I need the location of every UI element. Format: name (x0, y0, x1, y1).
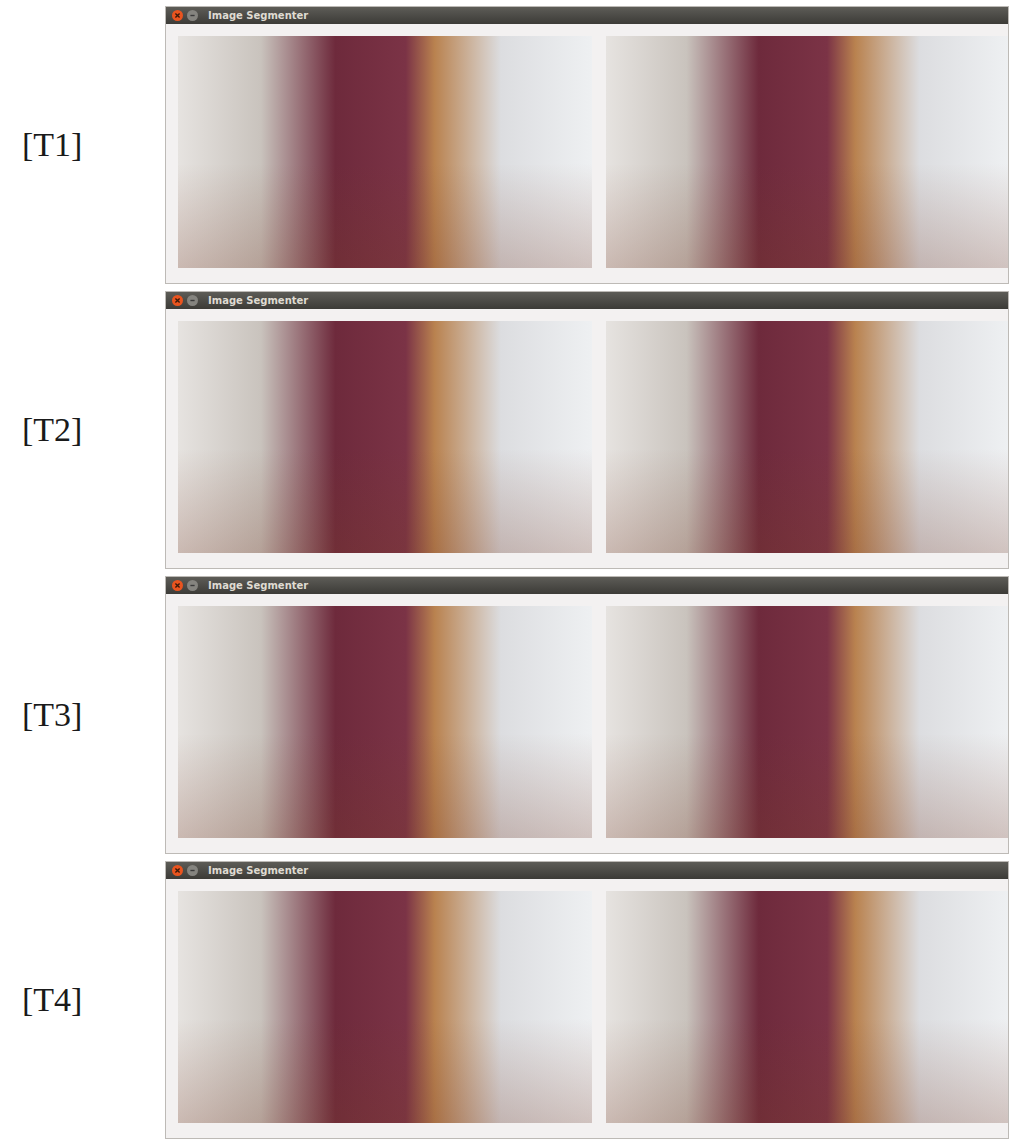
input-frame (178, 891, 592, 1123)
minimize-icon[interactable] (187, 580, 198, 591)
window-body (166, 309, 1008, 568)
figure-row: [T2] Image Segmenter (0, 291, 1013, 569)
window-title: Image Segmenter (208, 580, 308, 591)
figure-row: [T3] Image Segmenter (0, 576, 1013, 854)
minimize-icon[interactable] (187, 865, 198, 876)
close-icon[interactable] (172, 295, 183, 306)
row-label: [T4] (0, 861, 165, 1139)
output-frame (606, 36, 1008, 268)
output-frame (606, 891, 1008, 1123)
minimize-icon[interactable] (187, 10, 198, 21)
title-bar: Image Segmenter (166, 292, 1008, 309)
app-window: Image Segmenter (165, 576, 1009, 854)
input-frame (178, 36, 592, 268)
input-frame (178, 606, 592, 838)
page: [T1]Image Segmenter[T2]Image Segmenter[T… (0, 0, 1013, 1139)
window-body (166, 24, 1008, 283)
figure-row: [T4] Image Segmenter (0, 861, 1013, 1139)
output-frame (606, 606, 1008, 838)
window-title: Image Segmenter (208, 10, 308, 21)
title-bar: Image Segmenter (166, 577, 1008, 594)
window-title: Image Segmenter (208, 865, 308, 876)
row-label: [T2] (0, 291, 165, 569)
app-window: Image Segmenter (165, 861, 1009, 1139)
app-window: Image Segmenter (165, 291, 1009, 569)
output-frame (606, 321, 1008, 553)
app-window: Image Segmenter (165, 6, 1009, 284)
window-body (166, 594, 1008, 853)
close-icon[interactable] (172, 580, 183, 591)
title-bar: Image Segmenter (166, 862, 1008, 879)
title-bar: Image Segmenter (166, 7, 1008, 24)
window-body (166, 879, 1008, 1138)
close-icon[interactable] (172, 10, 183, 21)
row-label: [T3] (0, 576, 165, 854)
window-title: Image Segmenter (208, 295, 308, 306)
row-label: [T1] (0, 6, 165, 284)
figure-row: [T1] Image Segmenter (0, 6, 1013, 284)
minimize-icon[interactable] (187, 295, 198, 306)
close-icon[interactable] (172, 865, 183, 876)
input-frame (178, 321, 592, 553)
